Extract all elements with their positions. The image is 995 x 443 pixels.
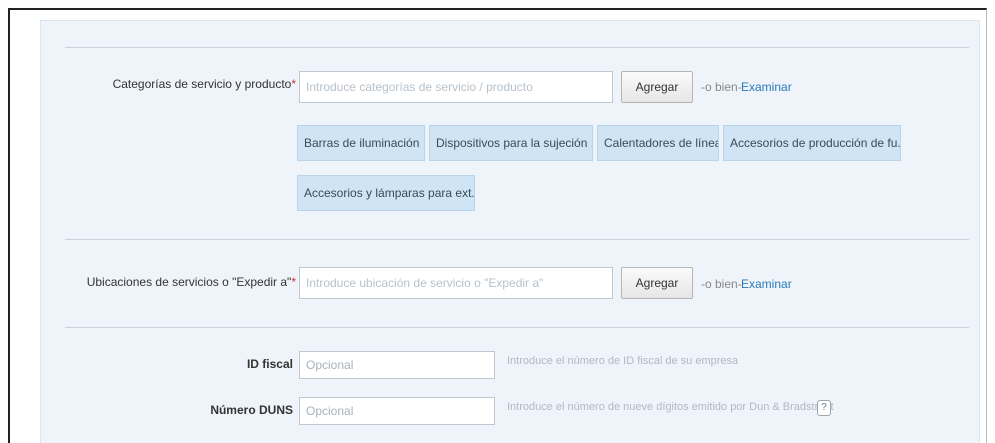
help-icon[interactable]: ?	[817, 400, 831, 416]
required-mark: *	[291, 275, 296, 289]
category-chip: Dispositivos para la sujeción ...×	[429, 125, 593, 161]
categories-add-button[interactable]: Agregar	[621, 71, 693, 103]
category-chip: Accesorios de producción de fu...×	[723, 125, 901, 161]
category-chip: Barras de iluminación×	[297, 125, 425, 161]
chip-label: Calentadores de línea	[604, 136, 719, 150]
page-frame: Categorías de servicio y producto* Intro…	[8, 8, 987, 443]
categories-input[interactable]: Introduce categorías de servicio / produ…	[299, 71, 613, 103]
categories-browse-link[interactable]: Examinar	[741, 80, 792, 94]
locations-or-text: -o bien-	[701, 277, 742, 291]
chip-label: Barras de iluminación	[304, 136, 420, 150]
section-divider	[65, 239, 969, 240]
categories-or-text: -o bien-	[701, 80, 742, 94]
locations-label-text: Ubicaciones de servicios o "Expedir a"	[86, 275, 292, 289]
top-divider	[65, 47, 969, 48]
section-divider	[65, 327, 969, 328]
locations-browse-link[interactable]: Examinar	[741, 277, 792, 291]
form-panel: Categorías de servicio y producto* Intro…	[40, 20, 980, 443]
categories-label: Categorías de servicio y producto*	[81, 77, 296, 91]
locations-input[interactable]: Introduce ubicación de servicio o "Exped…	[299, 267, 613, 299]
locations-label: Ubicaciones de servicios o "Expedir a"*	[61, 275, 296, 289]
categories-label-text: Categorías de servicio y producto	[112, 77, 292, 91]
duns-hint: Introduce el número de nueve dígitos emi…	[507, 401, 834, 413]
tax-id-field[interactable]: Opcional	[299, 351, 495, 379]
duns-field[interactable]: Opcional	[299, 397, 495, 425]
required-mark: *	[291, 77, 296, 91]
duns-label: Número DUNS	[210, 403, 293, 417]
chip-label: Dispositivos para la sujeción ...	[436, 136, 593, 150]
chip-label: Accesorios y lámparas para ext...	[304, 186, 475, 200]
category-chip: Accesorios y lámparas para ext...×	[297, 175, 475, 211]
tax-id-label: ID fiscal	[246, 357, 293, 371]
locations-add-button[interactable]: Agregar	[621, 267, 693, 299]
tax-id-hint: Introduce el número de ID fiscal de su e…	[507, 355, 739, 367]
category-chip: Calentadores de línea×	[597, 125, 719, 161]
chip-label: Accesorios de producción de fu...	[730, 136, 901, 150]
